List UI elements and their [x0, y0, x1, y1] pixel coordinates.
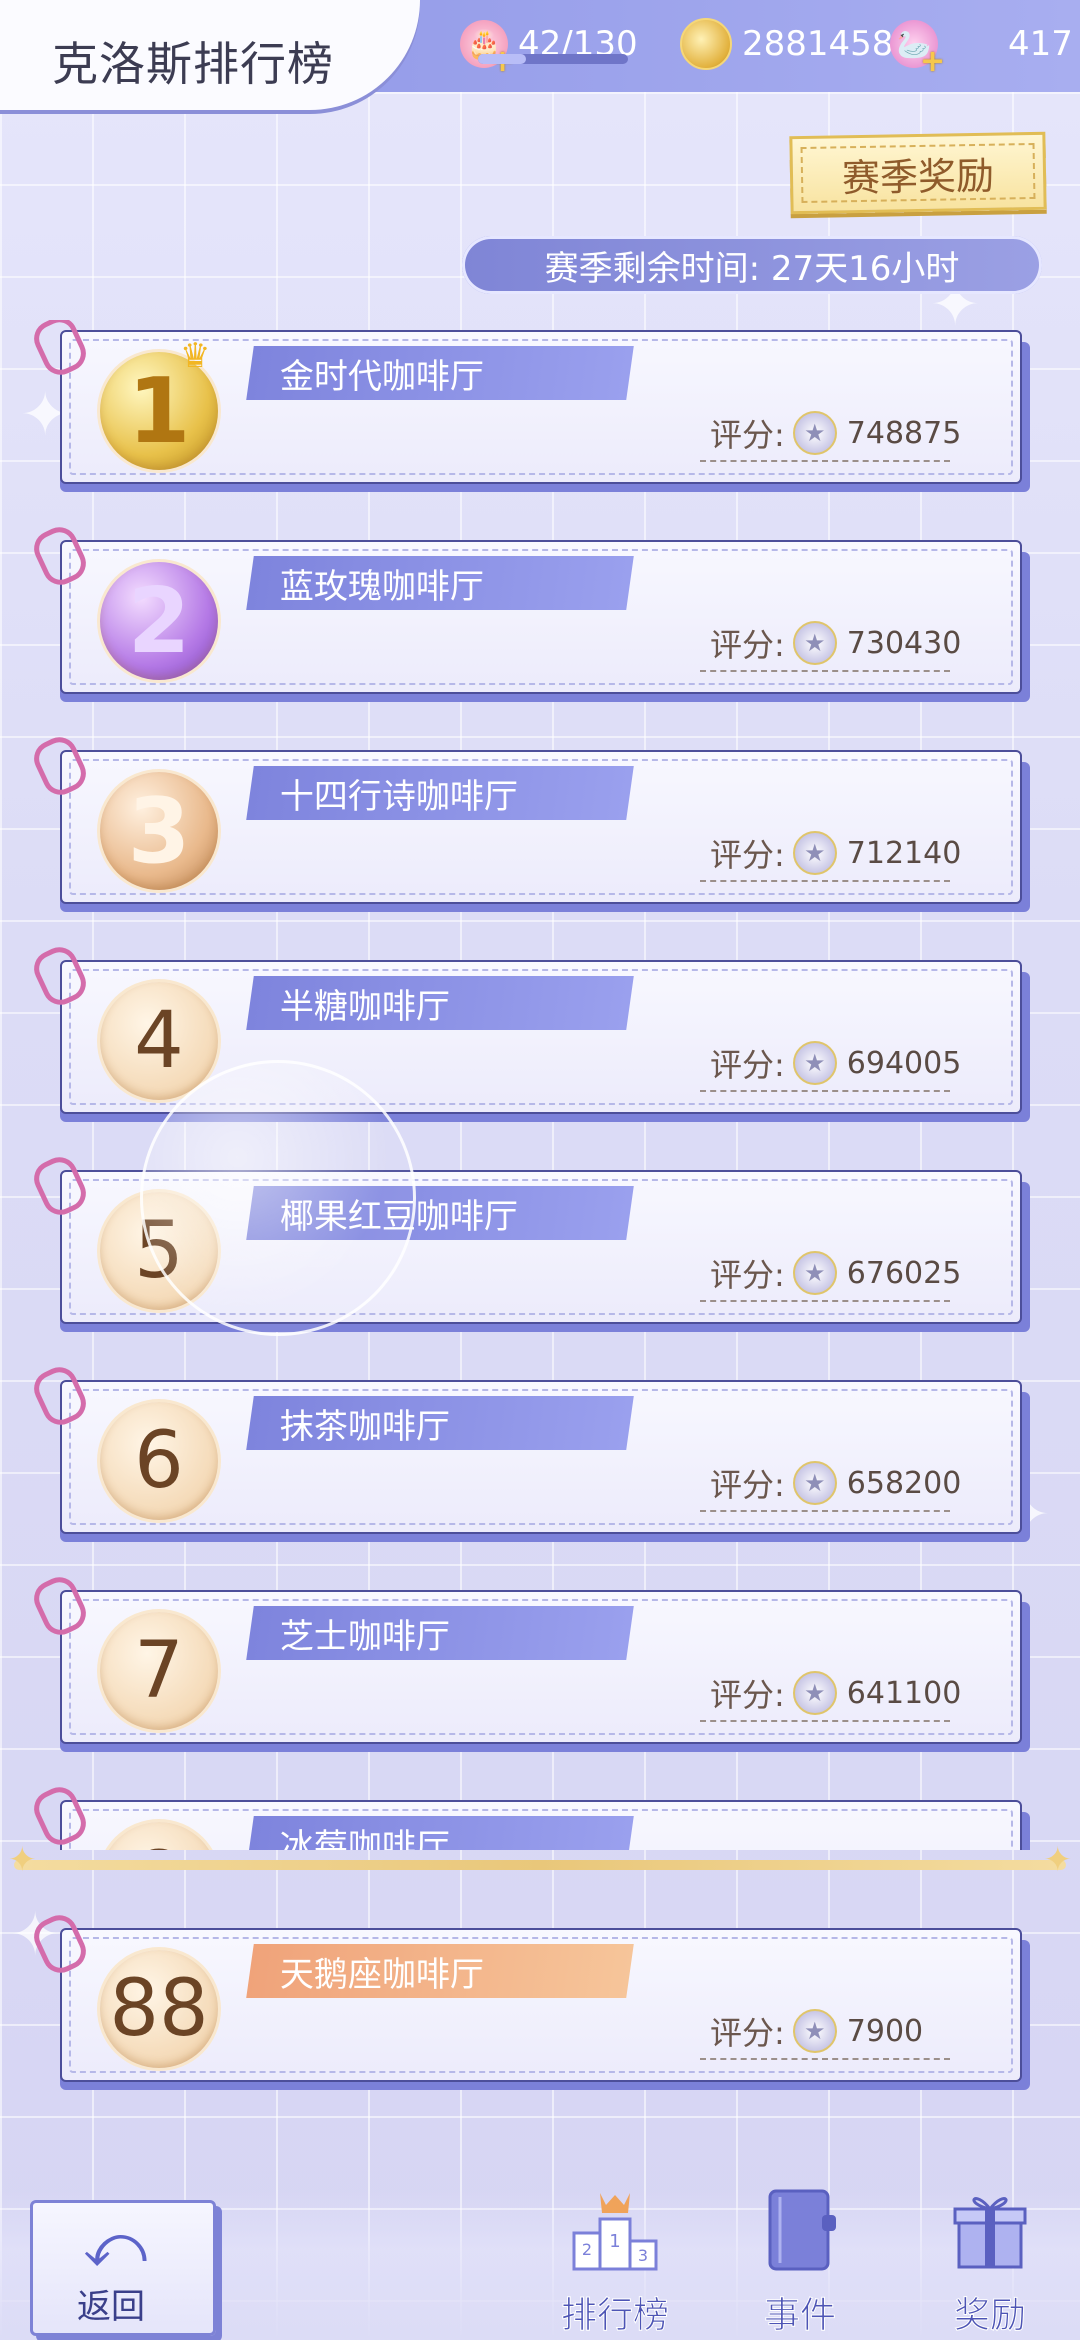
cafe-name: 冰莓咖啡厅: [246, 1816, 634, 1850]
star-badge-icon: ★: [792, 411, 837, 455]
svg-text:2: 2: [582, 2240, 592, 2259]
crown-icon: ♛: [180, 336, 211, 376]
own-ranking-row[interactable]: 88 天鹅座咖啡厅 评分: ★ 7900: [28, 1909, 1030, 2090]
ranking-row[interactable]: 5 椰果红豆咖啡厅 评分: ★ 676025: [28, 1151, 1030, 1332]
bronze-medal-icon: 3: [100, 772, 218, 890]
nav-ranking[interactable]: 1 2 3 排行榜: [545, 2180, 685, 2340]
cafe-name: 半糖咖啡厅: [246, 976, 634, 1030]
cafe-name: 天鹅座咖啡厅: [246, 1944, 634, 1998]
ranking-row[interactable]: 4 半糖咖啡厅 评分: ★ 694005: [28, 941, 1030, 1122]
season-reward-button[interactable]: 赛季奖励: [789, 131, 1047, 215]
ranking-row[interactable]: 7 芝士咖啡厅 评分: ★ 641100: [28, 1571, 1030, 1752]
rank-badge: 6: [100, 1402, 218, 1520]
gift-icon: [940, 2180, 1040, 2280]
rank-badge: 88: [100, 1950, 218, 2068]
svg-text:1: 1: [609, 2231, 620, 2252]
nav-events[interactable]: 事件: [730, 2180, 870, 2340]
score: 评分: ★ 7900: [710, 2008, 923, 2054]
notebook-icon: [750, 2180, 850, 2280]
cake-progress-bar: [478, 54, 628, 64]
nav-rewards[interactable]: 奖励: [920, 2180, 1060, 2340]
star-badge-icon: ★: [792, 621, 837, 665]
star-badge-icon: ★: [792, 1251, 837, 1295]
swan-resource[interactable]: 🦢 + 417: [890, 14, 1073, 79]
rank-badge: 4: [100, 982, 218, 1100]
score: 评分: ★ 658200: [710, 1460, 961, 1506]
svg-text:3: 3: [638, 2246, 648, 2265]
coin-resource: 2881458: [680, 14, 893, 74]
silver-medal-icon: 2: [100, 562, 218, 680]
cafe-name: 抹茶咖啡厅: [246, 1396, 634, 1450]
ranking-row[interactable]: 6 抹茶咖啡厅 评分: ★ 658200: [28, 1361, 1030, 1542]
star-badge-icon: ★: [792, 2009, 837, 2053]
rank-badge: 5: [100, 1192, 218, 1310]
season-timer: 赛季剩余时间: 27天16小时: [462, 236, 1042, 294]
ranking-list[interactable]: 1 ♛ 金时代咖啡厅 评分: ★ 748875 2 蓝玫瑰咖啡厅 评分: ★ 7…: [0, 320, 1080, 1850]
podium-icon: 1 2 3: [565, 2180, 665, 2280]
ranking-row[interactable]: 1 ♛ 金时代咖啡厅 评分: ★ 748875: [28, 320, 1030, 492]
ranking-row[interactable]: 2 蓝玫瑰咖啡厅 评分: ★ 730430: [28, 521, 1030, 702]
back-button[interactable]: ⤺ 返回: [30, 2200, 216, 2336]
score: 评分: ★ 641100: [710, 1670, 961, 1716]
cafe-name: 十四行诗咖啡厅: [246, 766, 634, 820]
star-badge-icon: ★: [792, 1041, 837, 1085]
ranking-row[interactable]: 8 冰莓咖啡厅: [28, 1781, 1030, 1850]
page-title: 克洛斯排行榜: [52, 37, 334, 91]
divider: [8, 1840, 1072, 1880]
cafe-name: 金时代咖啡厅: [246, 346, 634, 400]
star-badge-icon: ★: [792, 831, 837, 875]
score: 评分: ★ 676025: [710, 1250, 961, 1296]
swan-count: 417: [1008, 24, 1073, 64]
cafe-name: 芝士咖啡厅: [246, 1606, 634, 1660]
coin-icon: [680, 18, 732, 70]
title-tab: 克洛斯排行榜: [0, 0, 420, 110]
score: 评分: ★ 730430: [710, 620, 961, 666]
cake-resource[interactable]: 🎂 + 42/130: [460, 14, 638, 79]
star-badge-icon: ★: [792, 1671, 837, 1715]
rank-badge: 7: [100, 1612, 218, 1730]
cafe-name: 椰果红豆咖啡厅: [246, 1186, 634, 1240]
cafe-name: 蓝玫瑰咖啡厅: [246, 556, 634, 610]
season-reward-label: 赛季奖励: [841, 153, 995, 200]
coin-count: 2881458: [742, 24, 894, 64]
back-arrow-icon: ⤺: [83, 2211, 148, 2281]
add-swan-icon[interactable]: +: [920, 44, 945, 79]
ranking-row[interactable]: 3 十四行诗咖啡厅 评分: ★ 712140: [28, 731, 1030, 912]
score: 评分: ★ 694005: [710, 1040, 961, 1086]
score: 评分: ★ 748875: [710, 410, 961, 456]
star-badge-icon: ★: [792, 1461, 837, 1505]
score: 评分: ★ 712140: [710, 830, 961, 876]
